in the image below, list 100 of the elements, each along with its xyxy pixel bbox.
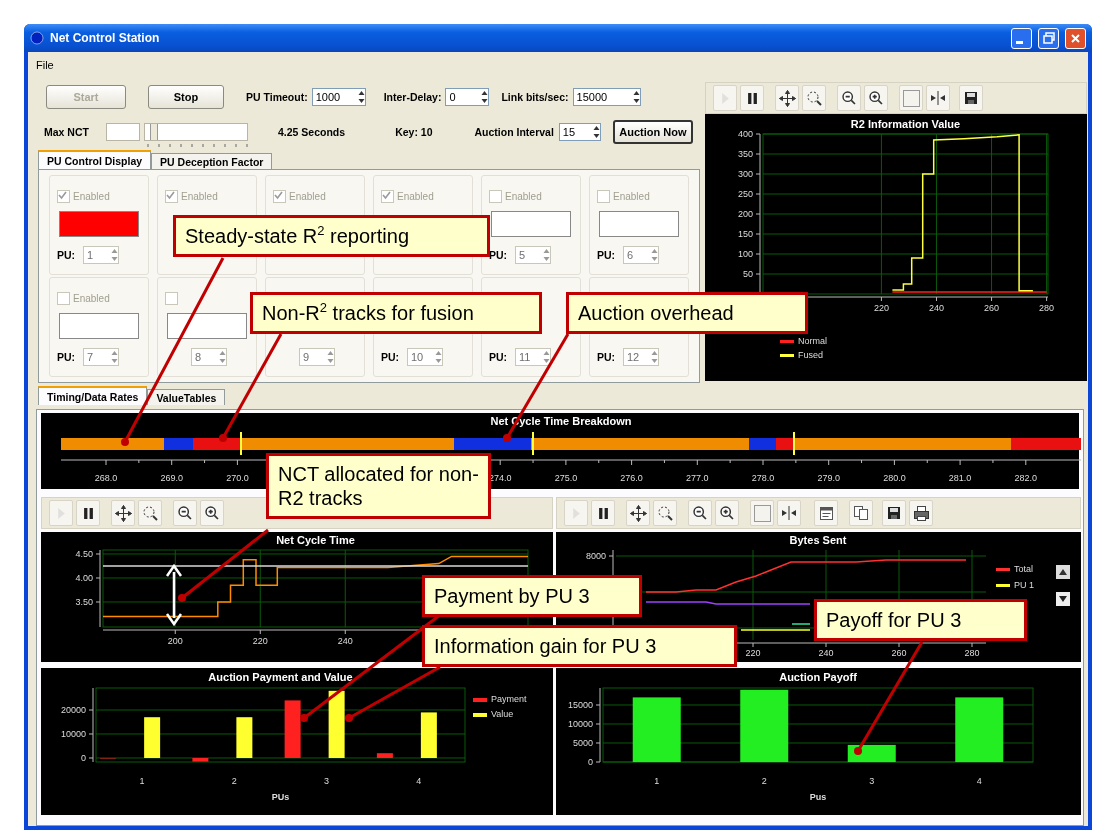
axis-tick-label: 5000 [572,738,593,748]
checkbox-label: Enabled [397,190,434,202]
menu-item[interactable]: File [32,59,58,71]
chart-title: R2 Information Value [850,118,961,130]
split-button[interactable] [926,85,950,111]
move-button[interactable] [111,500,135,526]
spinner-field[interactable]: 6 [623,246,659,264]
close-button[interactable] [1065,27,1086,49]
slider-thumb[interactable] [149,124,158,140]
chart-bar [632,697,681,762]
stop-button[interactable]: Stop [148,85,224,109]
scroll-down-button[interactable] [1056,592,1070,606]
zoom-area-button[interactable] [653,500,677,526]
spinner-field[interactable]: 15000 [572,88,641,106]
axis-tick-label: 2 [761,776,767,786]
legend-label: Normal [798,336,827,346]
checkbox[interactable] [489,189,502,203]
field-label: PU: [489,351,508,363]
scroll-up-button[interactable] [1056,565,1070,579]
spinner-field[interactable]: 15 [558,123,601,141]
callout: Information gain for PU 3 [422,625,737,667]
move-arrows-icon [114,504,132,522]
checkbox[interactable] [597,189,610,203]
split-button[interactable] [777,500,801,526]
dotted-magnifier-icon [806,90,822,106]
checkbox[interactable] [57,189,70,203]
pause-button[interactable] [740,85,764,111]
chart-bar [955,697,1004,762]
move-button[interactable] [775,85,799,111]
zoom-out-button[interactable] [688,500,712,526]
spinner-field[interactable]: 10 [407,348,443,366]
zoom-in-button[interactable] [864,85,888,111]
axis-tick-label: 250 [737,189,753,199]
callout: Non-R$^{2}$ tracks for fusion [250,292,542,334]
callout: NCT allocated for non-R2 tracks [266,453,491,519]
spinner-field[interactable]: 1000 [311,88,366,106]
chart-title: Bytes Sent [789,534,847,546]
checkbox[interactable] [381,189,394,203]
copy-icon [854,506,868,520]
checkbox[interactable] [57,291,70,305]
axis-tick-label: 268.0 [94,473,118,483]
zoom-in-icon [720,506,734,520]
spinner-field[interactable]: 12 [623,348,659,366]
tab[interactable]: PU Control Display [38,150,152,169]
save-button[interactable] [882,500,906,526]
axis-tick-label: 150 [737,229,753,239]
zoom-in-button[interactable] [715,500,739,526]
axis-tick-label: 240 [818,648,834,658]
zoom-area-button[interactable] [138,500,162,526]
spinner-arrows-icon [327,351,334,363]
spinner-field[interactable]: 9 [299,348,335,366]
spinner-arrows-icon [481,91,489,103]
restore-button[interactable] [1038,27,1059,49]
copy-button[interactable] [849,500,873,526]
checkbox[interactable] [165,291,178,305]
tab[interactable]: Timing/Data Rates [38,386,148,405]
move-arrows-icon [778,89,796,107]
move-button[interactable] [626,500,650,526]
legend-label: Total [1014,564,1033,574]
axis-tick-label: 4.50 [75,549,93,559]
axis-tick-label: 0 [588,757,593,767]
zoom-in-button[interactable] [200,500,224,526]
minimize-button[interactable] [1011,27,1032,49]
pause-button[interactable] [76,500,100,526]
spinner-field[interactable]: 1 [83,246,119,264]
auction-now-button[interactable]: Auction Now [612,120,693,144]
axis-tick-label: 3.50 [75,597,93,607]
properties-button[interactable] [814,500,838,526]
checkbox-label: Enabled [289,190,326,202]
axis-tick-label: 350 [737,149,753,159]
spinner-arrows-icon [651,249,658,261]
printer-icon [913,505,929,521]
axis-title: PUs [271,792,290,802]
field-label: Link bits/sec: [501,91,569,103]
print-button[interactable] [909,500,933,526]
checkbox[interactable] [273,189,286,203]
zoom-out-button[interactable] [837,85,861,111]
save-icon [888,507,900,519]
field-label: PU: [57,351,76,363]
save-button[interactable] [959,85,983,111]
input-field[interactable] [106,123,140,141]
axis-tick-label: 280 [964,648,980,658]
pause-button[interactable] [591,500,615,526]
zoom-out-button[interactable] [173,500,197,526]
spinner-field[interactable]: 7 [83,348,119,366]
tab[interactable]: ValueTables [147,389,226,405]
spinner-arrows-icon [219,351,226,363]
axis-tick-label: 4 [976,776,982,786]
legend-swatch [473,713,487,717]
chart-bar [192,758,209,762]
spinner-field[interactable]: 8 [191,348,227,366]
tab[interactable]: PU Deception Factor [151,153,273,169]
zoom-area-button[interactable] [802,85,826,111]
spinner-field[interactable]: 5 [515,246,551,264]
spinner-field[interactable]: 0 [445,88,490,106]
spinner-field[interactable]: 11 [515,348,551,366]
field-label: PU: [381,351,400,363]
double-arrow [165,563,183,627]
checkbox[interactable] [165,189,178,203]
axis-tick-label: 10000 [60,729,86,739]
